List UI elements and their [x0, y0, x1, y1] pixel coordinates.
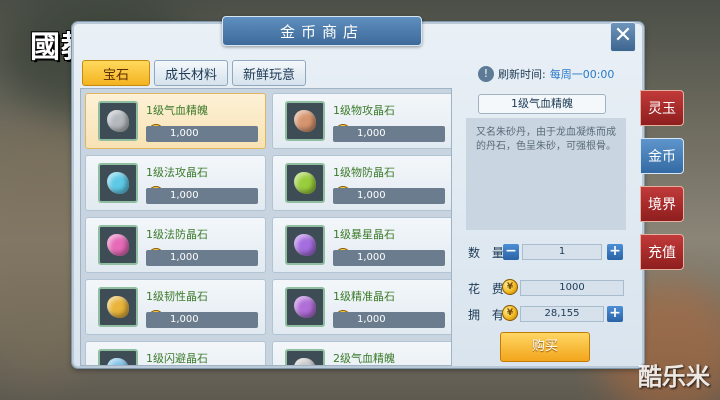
tab-growth-materials[interactable]: 成长材料	[154, 60, 229, 86]
detail-description: 又名朱砂丹，由于龙血凝炼而成的丹石，色呈朱砂，可强根骨。	[466, 118, 626, 230]
add-coins-button[interactable]: +	[607, 306, 623, 322]
item-slot	[98, 287, 138, 327]
item-name: 1级闪避晶石	[146, 352, 208, 365]
owned-value: 28,155	[520, 306, 604, 322]
item-price: 1,000	[333, 250, 445, 266]
warning-icon: !	[478, 66, 494, 82]
gem-icon	[107, 172, 129, 194]
coin-icon: ¥	[502, 279, 518, 295]
close-button[interactable]: ✕	[610, 22, 636, 52]
item-name: 2级气血精魄	[333, 352, 395, 365]
item-slot	[285, 287, 325, 327]
refresh-info: ! 刷新时间: 每周一00:00	[478, 66, 614, 82]
shop-item[interactable]: 1级韧性晶石¥1,000	[85, 279, 266, 335]
item-slot	[98, 101, 138, 141]
item-price: 1,000	[333, 312, 445, 328]
shop-item[interactable]: 1级物防晶石¥1,000	[272, 155, 451, 211]
gem-icon	[107, 358, 129, 365]
cost-value: 1000	[520, 280, 624, 296]
shop-item[interactable]: 1级精准晶石¥1,000	[272, 279, 451, 335]
item-slot	[285, 349, 325, 365]
shop-item[interactable]: 1级物攻晶石¥1,000	[272, 93, 451, 149]
item-name: 1级暴星晶石	[333, 228, 395, 241]
side-tab-jade[interactable]: 灵玉	[640, 90, 684, 126]
side-tab-gold[interactable]: 金币	[640, 138, 684, 174]
gem-icon	[107, 234, 129, 256]
item-slot	[285, 101, 325, 141]
gem-icon	[294, 172, 316, 194]
refresh-label: 刷新时间:	[498, 68, 546, 81]
shop-item[interactable]: 1级法防晶石¥1,000	[85, 217, 266, 273]
side-tab-realm[interactable]: 境界	[640, 186, 684, 222]
item-price: 1,000	[146, 312, 258, 328]
gem-icon	[294, 358, 316, 365]
shop-title: 金币商店	[222, 16, 422, 46]
gem-icon	[294, 110, 316, 132]
category-tabs: 宝石 成长材料 新鲜玩意	[82, 60, 307, 86]
item-price: 1,000	[146, 188, 258, 204]
item-grid-scroll[interactable]: 1级气血精魄¥1,0001级物攻晶石¥1,0001级法攻晶石¥1,0001级物防…	[80, 88, 452, 366]
gem-icon	[294, 234, 316, 256]
detail-item-name: 1级气血精魄	[478, 94, 606, 114]
shop-item[interactable]: 1级闪避晶石	[85, 341, 266, 365]
item-price: 1,000	[146, 250, 258, 266]
watermark: 酷乐米	[638, 363, 710, 391]
item-slot	[98, 225, 138, 265]
shop-item[interactable]: 2级气血精魄	[272, 341, 451, 365]
gem-icon	[294, 296, 316, 318]
side-tab-recharge[interactable]: 充值	[640, 234, 684, 270]
tab-novelties[interactable]: 新鲜玩意	[232, 60, 307, 86]
coin-icon: ¥	[502, 305, 518, 321]
shop-item[interactable]: 1级暴星晶石¥1,000	[272, 217, 451, 273]
item-slot	[285, 163, 325, 203]
item-name: 1级法攻晶石	[146, 166, 208, 179]
quantity-label: 数 量	[468, 246, 508, 260]
item-name: 1级精准晶石	[333, 290, 395, 303]
item-name: 1级韧性晶石	[146, 290, 208, 303]
item-slot	[285, 225, 325, 265]
shop-item[interactable]: 1级气血精魄¥1,000	[85, 93, 266, 149]
buy-button[interactable]: 购买	[500, 332, 590, 362]
item-price: 1,000	[333, 188, 445, 204]
item-slot	[98, 349, 138, 365]
quantity-plus-button[interactable]: +	[607, 244, 623, 260]
tab-gems[interactable]: 宝石	[82, 60, 150, 86]
gem-icon	[107, 296, 129, 318]
item-name: 1级物防晶石	[333, 166, 395, 179]
item-name: 1级气血精魄	[146, 104, 208, 117]
quantity-field[interactable]: 1	[522, 244, 602, 260]
item-slot	[98, 163, 138, 203]
item-name: 1级物攻晶石	[333, 104, 395, 117]
shop-item[interactable]: 1级法攻晶石¥1,000	[85, 155, 266, 211]
item-name: 1级法防晶石	[146, 228, 208, 241]
refresh-time: 每周一00:00	[549, 68, 615, 81]
item-grid: 1级气血精魄¥1,0001级物攻晶石¥1,0001级法攻晶石¥1,0001级物防…	[85, 93, 451, 365]
quantity-minus-button[interactable]: −	[503, 244, 519, 260]
item-price: 1,000	[333, 126, 445, 142]
item-price: 1,000	[146, 126, 258, 142]
gem-icon	[107, 110, 129, 132]
